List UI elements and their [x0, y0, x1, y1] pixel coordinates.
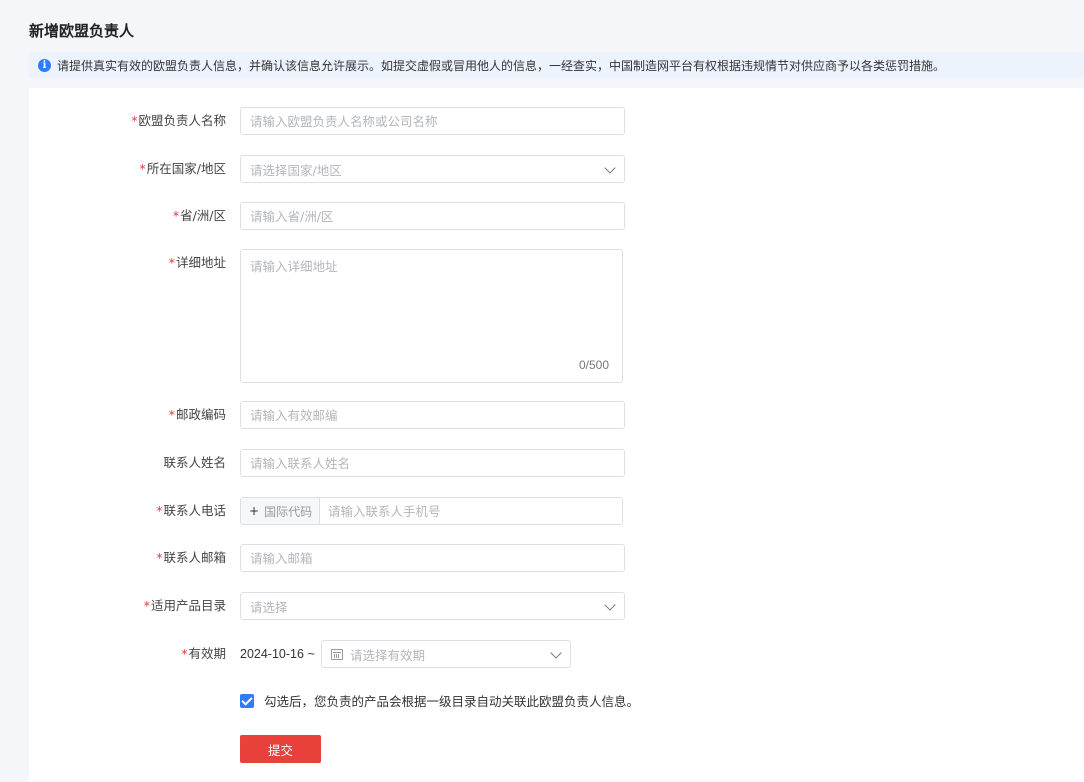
address-textarea[interactable] [240, 249, 623, 383]
validity-start-date: 2024-10-16 ~ [240, 647, 315, 661]
phone-input[interactable] [320, 498, 622, 524]
chevron-down-icon [604, 599, 616, 611]
country-placeholder: 请选择国家/地区 [250, 162, 342, 178]
contact-name-label: 联系人姓名 [163, 455, 226, 470]
info-icon: i [38, 58, 51, 72]
notice-text: 请提供真实有效的欧盟负责人信息，并确认该信息允许展示。如提交虚假或冒用他人的信息… [57, 58, 946, 73]
info-notice: i 请提供真实有效的欧盟负责人信息，并确认该信息允许展示。如提交虚假或冒用他人的… [29, 52, 1084, 78]
postcode-input[interactable] [240, 401, 625, 429]
country-code-select[interactable]: + 国际代码 [241, 498, 320, 524]
form-panel: *欧盟负责人名称 *所在国家/地区 请选择国家/地区 *省/洲/区 *详细地址 … [29, 88, 1084, 782]
country-select[interactable]: 请选择国家/地区 [240, 155, 625, 183]
validity-label: *有效期 [181, 646, 226, 661]
page-title: 新增欧盟负责人 [29, 22, 135, 40]
auto-link-checkbox[interactable] [240, 694, 254, 708]
catalog-label: *适用产品目录 [143, 598, 226, 613]
chevron-down-icon [550, 647, 562, 659]
phone-label: *联系人电话 [156, 503, 226, 518]
catalog-select[interactable]: 请选择 [240, 592, 625, 620]
email-label: *联系人邮箱 [156, 550, 226, 565]
contact-name-input[interactable] [240, 449, 625, 477]
calendar-icon [331, 648, 343, 660]
submit-button[interactable]: 提交 [240, 735, 321, 763]
validity-placeholder: 请选择有效期 [350, 647, 426, 663]
name-input[interactable] [240, 107, 625, 135]
validity-end-picker[interactable]: 请选择有效期 [321, 640, 571, 668]
name-label: *欧盟负责人名称 [131, 113, 226, 128]
country-label: *所在国家/地区 [139, 161, 226, 176]
address-label: *详细地址 [168, 255, 226, 270]
email-input[interactable] [240, 544, 625, 572]
auto-link-label: 勾选后，您负责的产品会根据一级目录自动关联此欧盟负责人信息。 [264, 694, 640, 709]
plus-sign: + [249, 504, 260, 518]
address-char-counter: 0/500 [579, 358, 610, 372]
province-input[interactable] [240, 202, 625, 230]
phone-field: + 国际代码 [240, 497, 623, 525]
form-row-auto-link: 勾选后，您负责的产品会根据一级目录自动关联此欧盟负责人信息。 [29, 688, 1084, 712]
province-label: *省/洲/区 [172, 208, 226, 223]
country-code-placeholder: 国际代码 [264, 504, 313, 519]
postcode-label: *邮政编码 [168, 407, 226, 422]
chevron-down-icon [604, 162, 616, 174]
catalog-placeholder: 请选择 [250, 599, 288, 615]
